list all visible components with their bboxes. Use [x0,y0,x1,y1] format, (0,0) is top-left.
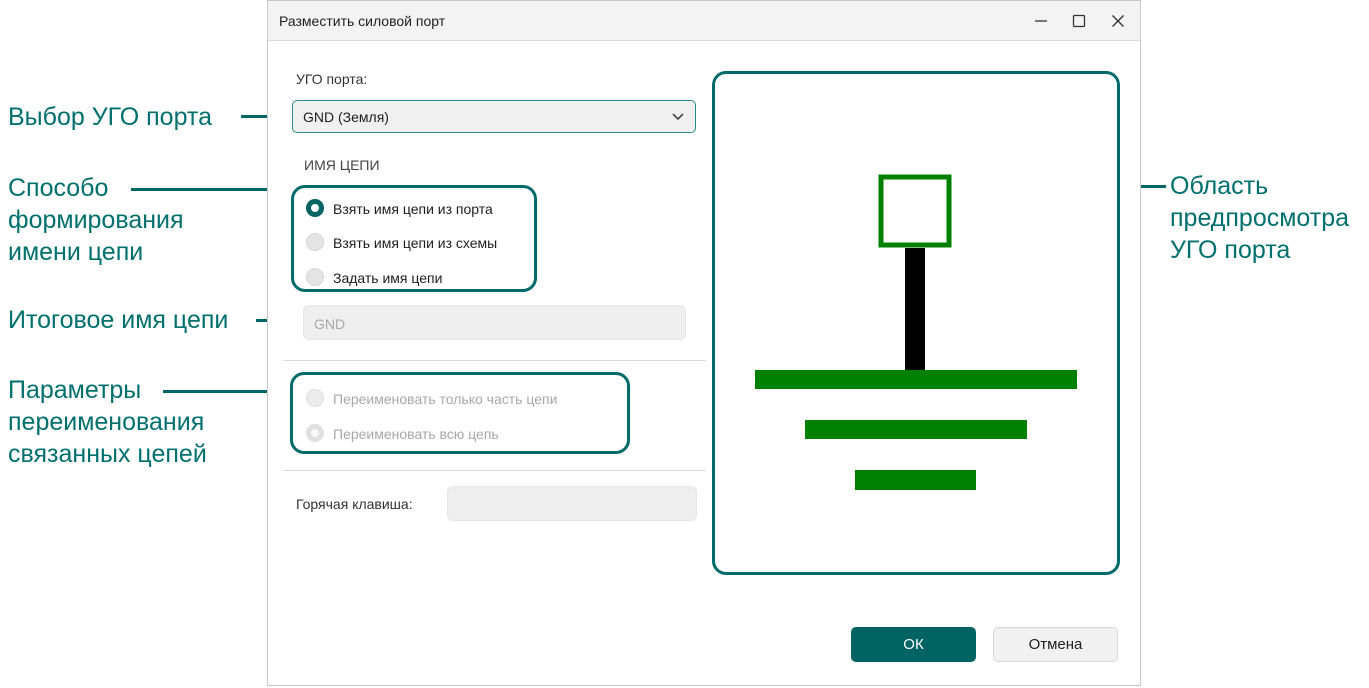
annotation-line-text: предпросмотра [1170,204,1350,232]
close-button[interactable] [1104,7,1132,35]
preview-area [712,71,1120,575]
hotkey-input[interactable] [447,486,697,521]
ok-button[interactable]: ОК [851,627,976,662]
annotation-line-text: Область [1170,172,1269,200]
minimize-button[interactable] [1027,7,1055,35]
ground-symbol-icon [755,174,1077,490]
final-net-name-value: GND [314,316,346,332]
annotation-rename-params: Параметры переименования связанных цепей [8,374,207,470]
annotation-line-text: связанных цепей [8,440,207,468]
annotation-port-symbol-select: Выбор УГО порта [8,103,212,131]
chevron-down-icon [672,113,684,121]
annotation-line-text: имени цепи [8,238,144,266]
port-symbol-selected: GND (Земля) [303,109,389,125]
hotkey-label: Горячая клавиша: [296,496,413,512]
annotation-line-text: переименования [8,408,205,436]
ground-symbol-pin-box [878,174,952,248]
port-symbol-dropdown[interactable]: GND (Земля) [292,100,696,133]
annotation-line-text: УГО порта [1170,236,1291,264]
ground-symbol-bar-short [855,470,976,490]
maximize-button[interactable] [1065,7,1093,35]
separator [283,360,706,361]
close-icon [1112,15,1124,27]
cancel-button[interactable]: Отмена [993,627,1118,662]
ground-symbol-stem [905,248,925,370]
final-net-name-field: GND [303,305,686,340]
net-name-section-title: ИМЯ ЦЕПИ [304,157,380,173]
place-power-port-dialog: Разместить силовой порт УГО порта: GND (… [267,0,1141,686]
rename-params-highlight [290,372,630,454]
annotation-final-net-name: Итоговое имя цепи [8,306,229,334]
annotation-naming-method: Способо формирования имени цепи [8,172,184,268]
ground-symbol-bar-long [755,370,1077,389]
port-symbol-label: УГО порта: [296,71,368,87]
maximize-icon [1072,14,1086,28]
ground-symbol-bar-medium [805,420,1027,439]
dialog-title: Разместить силовой порт [279,13,446,29]
naming-method-highlight [291,185,537,292]
minimize-icon [1035,20,1047,22]
annotation-line-text: формирования [8,206,184,234]
annotation-preview-area: Область предпросмотра УГО порта [1170,170,1349,266]
separator [283,470,706,471]
title-bar[interactable]: Разместить силовой порт [268,1,1140,41]
